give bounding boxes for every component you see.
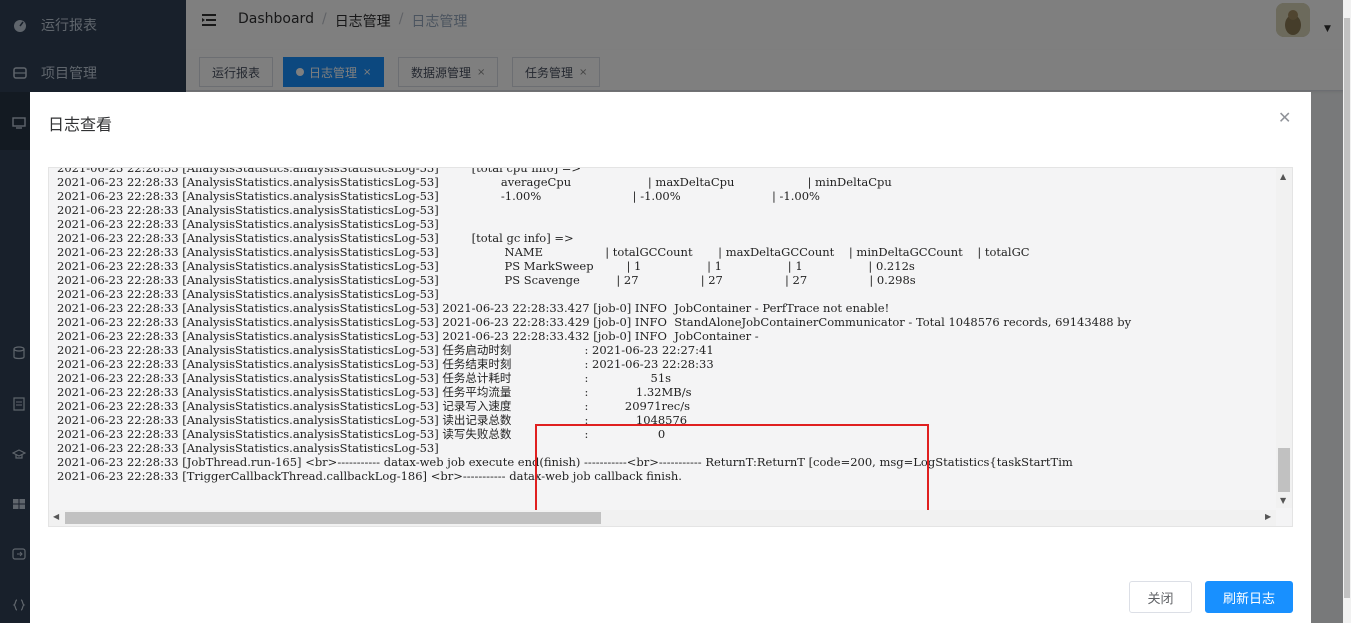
scroll-up-icon[interactable]: ▲ [1280, 172, 1286, 181]
log-horizontal-scrollbar[interactable]: ◀ ▶ [49, 510, 1276, 526]
log-line: 2021-06-23 22:28:33 [AnalysisStatistics.… [57, 189, 820, 203]
page-scrollbar[interactable] [1343, 0, 1351, 623]
log-line: 2021-06-23 22:28:33 [AnalysisStatistics.… [57, 357, 714, 371]
log-line: 2021-06-23 22:28:33 [AnalysisStatistics.… [57, 217, 439, 231]
log-line: 2021-06-23 22:28:33 [AnalysisStatistics.… [57, 301, 890, 315]
page-scrollbar-thumb[interactable] [1344, 18, 1350, 598]
log-line: 2021-06-23 22:28:33 [AnalysisStatistics.… [57, 371, 672, 385]
dialog-title: 日志查看 [48, 115, 113, 134]
refresh-log-button[interactable]: 刷新日志 [1205, 581, 1293, 613]
log-line: 2021-06-23 22:28:33 [AnalysisStatistics.… [57, 203, 439, 217]
log-line: 2021-06-23 22:28:33 [AnalysisStatistics.… [57, 287, 439, 301]
scroll-down-icon[interactable]: ▼ [1280, 496, 1286, 505]
log-line: 2021-06-23 22:28:33 [AnalysisStatistics.… [57, 273, 916, 287]
scroll-left-icon[interactable]: ◀ [53, 512, 59, 521]
log-line: 2021-06-23 22:28:33 [AnalysisStatistics.… [57, 343, 714, 357]
log-line: 2021-06-23 22:28:33 [AnalysisStatistics.… [57, 175, 892, 189]
close-button[interactable]: 关闭 [1129, 581, 1192, 613]
scrollbar-thumb[interactable] [1278, 448, 1290, 492]
log-line: 2021-06-23 22:28:33 [AnalysisStatistics.… [57, 385, 692, 399]
log-viewer[interactable]: 2021-06-23 22:28:33 [AnalysisStatistics.… [48, 167, 1293, 527]
scroll-right-icon[interactable]: ▶ [1265, 512, 1271, 521]
log-vertical-scrollbar[interactable]: ▲ ▼ [1276, 168, 1292, 508]
log-line: 2021-06-23 22:28:33 [AnalysisStatistics.… [57, 399, 691, 413]
log-line: 2021-06-23 22:28:33 [AnalysisStatistics.… [57, 245, 1030, 259]
log-line: 2021-06-23 22:28:33 [AnalysisStatistics.… [57, 329, 759, 343]
log-line: 2021-06-23 22:28:33 [AnalysisStatistics.… [57, 231, 574, 245]
scrollbar-thumb[interactable] [65, 512, 601, 524]
log-line: 2021-06-23 22:28:33 [AnalysisStatistics.… [57, 167, 582, 175]
close-icon[interactable]: ✕ [1278, 108, 1291, 127]
log-dialog: 日志查看 ✕ 2021-06-23 22:28:33 [AnalysisStat… [30, 92, 1311, 623]
log-line: 2021-06-23 22:28:33 [AnalysisStatistics.… [57, 259, 915, 273]
log-line: 2021-06-23 22:28:33 [AnalysisStatistics.… [57, 315, 1132, 329]
